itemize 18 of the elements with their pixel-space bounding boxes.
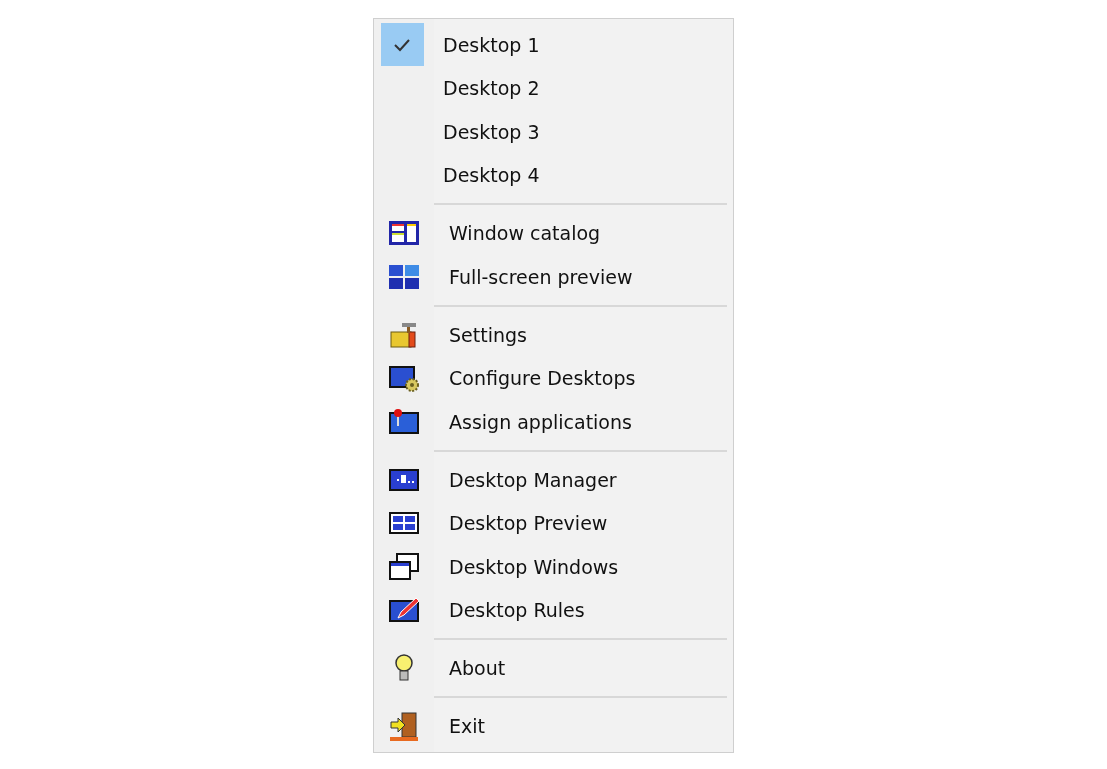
menu-item[interactable]: Window catalog <box>434 222 601 245</box>
menu-item[interactable]: Desktop 3 <box>434 120 540 143</box>
menu-item[interactable]: Configure Desktops <box>434 367 636 390</box>
menu-item[interactable]: Exit <box>434 715 485 738</box>
menu-item[interactable]: Desktop 2 <box>434 77 540 100</box>
menu-item[interactable]: Desktop Rules <box>434 599 585 622</box>
exit-door-icon <box>388 710 420 743</box>
menu-item[interactable]: Desktop Manager <box>434 468 617 491</box>
menu-item[interactable]: Desktop 1 <box>434 33 540 56</box>
menu-item[interactable]: Settings <box>434 323 527 346</box>
menu-item[interactable]: Full-screen preview <box>434 265 633 288</box>
windows-stack-icon <box>388 550 420 583</box>
menu-item[interactable]: Desktop Windows <box>434 555 619 578</box>
menu-item[interactable]: About <box>434 657 506 680</box>
menu-item[interactable]: Desktop 4 <box>434 164 540 187</box>
menu-item[interactable]: Assign applications <box>434 410 632 433</box>
menu-item[interactable]: Desktop Preview <box>434 512 608 535</box>
checkmark-icon <box>393 37 411 52</box>
